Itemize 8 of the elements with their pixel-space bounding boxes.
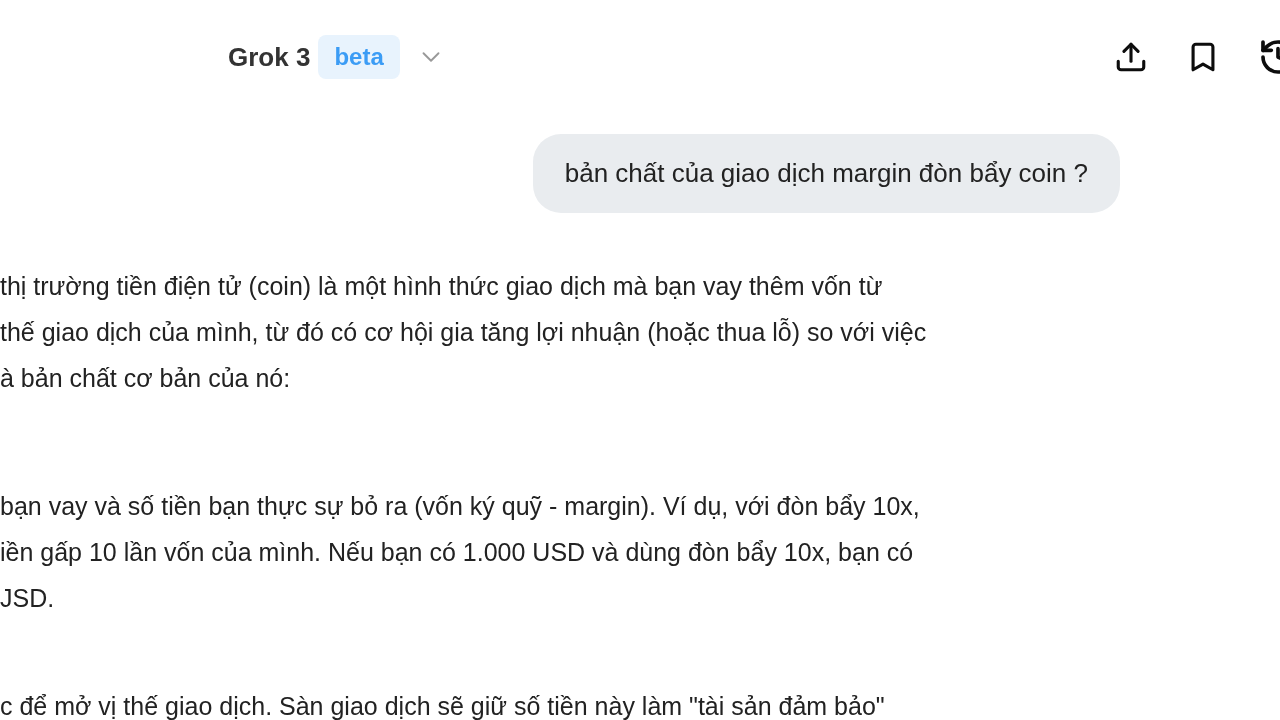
response-paragraph: c để mở vị thế giao dịch. Sàn giao dịch sẽ giữ số tiền này làm "tài sản đảm bảo" [0,691,885,720]
share-button[interactable] [1114,40,1148,74]
upload-icon [1114,40,1148,74]
model-name: Grok 3 [228,40,311,74]
response-paragraph: bạn vay và số tiền bạn thực sự bỏ ra (vốn ký quỹ - margin). Ví dụ, với đòn bẩy 10x, iền gấp 10 lần vốn của mình. Nếu bạn có 1.000 USD và dùng đòn bẩy 10x, bạn có JSD. [0,491,920,614]
user-message-bubble: bản chất của giao dịch margin đòn bẩy coin ? [532,134,1120,213]
response-paragraph: thị trường tiền điện tử (coin) là một hình thức giao dịch mà bạn vay thêm vốn từ thế giao dịch của mình, từ đó có cơ hội gia tăng lợi nhuận (hoặc thua lỗ) so với việc à bản chất cơ bản của nó: [0,271,927,394]
beta-badge: beta [318,35,400,79]
